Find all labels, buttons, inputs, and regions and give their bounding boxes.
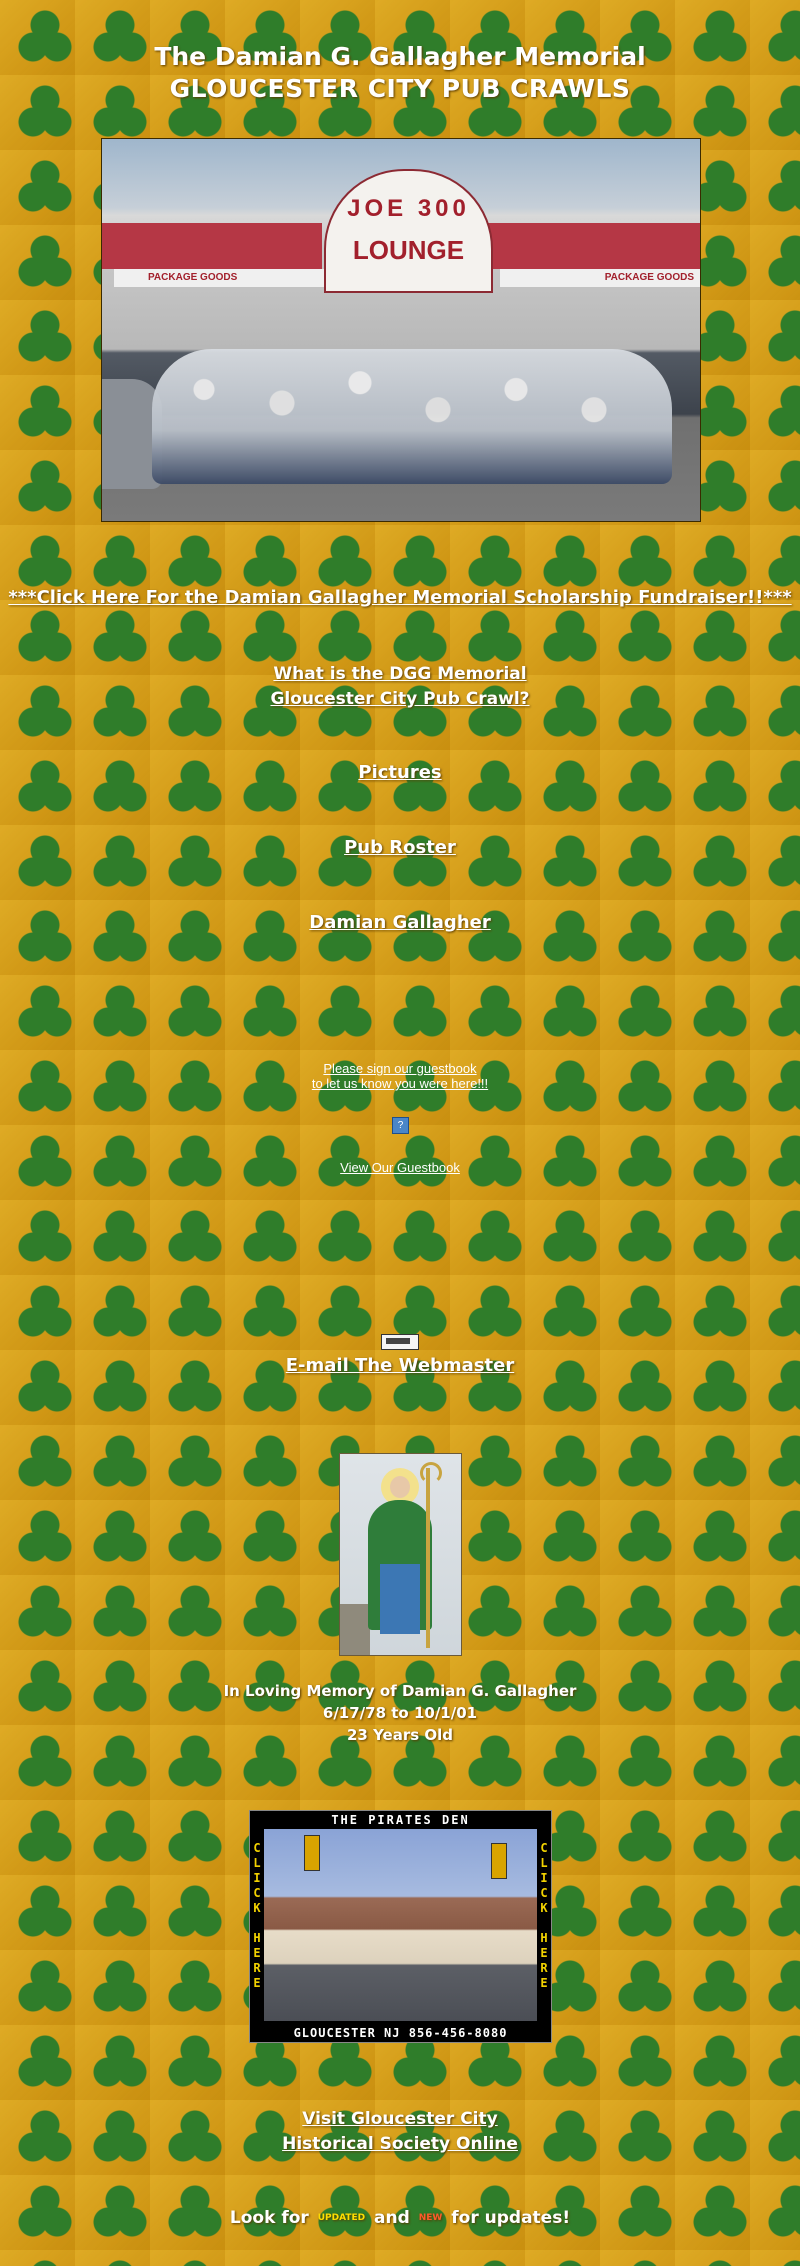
traffic-light-right [491,1843,507,1879]
sign-guestbook-link[interactable]: Please sign our guestbook to let us know… [312,1061,488,1091]
look-for-text: Look for [229,2208,309,2228]
what-is-line2: Gloucester City Pub Crawl? [270,689,530,709]
historical-society-link[interactable]: Visit Gloucester City Historical Society… [282,2109,518,2154]
scholarship-link-wrapper: ***Click Here For the Damian Gallagher M… [0,587,800,608]
and-text: and [374,2208,410,2228]
memorial-line3: 23 Years Old [346,1726,454,1744]
email-webmaster-link[interactable]: E-mail The Webmaster [286,1355,514,1376]
what-is-link[interactable]: What is the DGG Memorial Gloucester City… [270,664,529,709]
pirates-den-title: THE PIRATES DEN [331,1813,470,1827]
memorial-line2: 6/17/78 to 10/1/01 [322,1704,478,1722]
group-photo: PACKAGE GOODS PACKAGE GOODS JOE 300 LOUN… [101,138,701,522]
visit-link-wrapper: Visit Gloucester City Historical Society… [0,2107,800,2157]
package-goods-sign-left: PACKAGE GOODS [114,269,324,287]
mail-icon[interactable] [381,1334,419,1350]
page-subtitle: GLOUCESTER CITY PUB CRAWLS [169,74,631,103]
pictures-link[interactable]: Pictures [358,762,441,783]
guestbook-sign-wrapper: Please sign our guestbook to let us know… [0,1061,800,1091]
saint-patrick-image [339,1453,462,1656]
awning-left [102,223,322,269]
lounge-sign-line1: JOE 300 [347,195,470,222]
pub-roster-link-wrapper: Pub Roster [0,837,800,858]
robe-under [380,1564,420,1634]
guestbook-sign-line1: Please sign our guestbook [323,1061,477,1076]
guestbook-icon[interactable]: ? [392,1117,409,1134]
click-here-right: CLICK HERE [540,1841,548,1990]
what-is-line1: What is the DGG Memorial [273,664,527,684]
rocks [340,1604,370,1655]
email-link-wrapper: E-mail The Webmaster [0,1355,800,1376]
damian-gallagher-link[interactable]: Damian Gallagher [309,912,490,933]
pirates-den-contact: GLOUCESTER NJ 856-456-8080 [293,2026,508,2040]
pirates-den-photo [264,1829,537,2021]
guestbook-sign-line2: to let us know you were here!!! [311,1076,489,1091]
pub-roster-link[interactable]: Pub Roster [344,837,456,858]
what-is-link-wrapper: What is the DGG Memorial Gloucester City… [0,662,800,712]
awning-right [480,223,700,269]
updated-badge: UPDATED [317,2213,366,2223]
crozier [426,1468,430,1648]
damian-link-wrapper: Damian Gallagher [0,912,800,933]
head [390,1476,410,1498]
traffic-light-left [304,1835,320,1871]
pictures-link-wrapper: Pictures [0,762,800,783]
view-guestbook-link[interactable]: View Our Guestbook [340,1160,460,1175]
memorial-text: In Loving Memory of Damian G. Gallagher … [0,1680,800,1746]
visit-line1: Visit Gloucester City [302,2109,498,2129]
lounge-sign-line2: LOUNGE [352,235,465,265]
page-title: The Damian G. Gallagher Memorial [154,42,646,71]
package-goods-sign-right: PACKAGE GOODS [500,269,700,287]
for-updates-text: for updates! [451,2208,571,2228]
lounge-sign: JOE 300 LOUNGE [324,169,493,293]
crozier-top [420,1462,442,1484]
visit-line2: Historical Society Online [282,2134,518,2154]
new-badge: NEW [418,2213,443,2223]
pirates-den-ad[interactable]: THE PIRATES DEN CLICK HERE CLICK HERE GL… [249,1810,552,2043]
scholarship-link[interactable]: ***Click Here For the Damian Gallagher M… [8,587,791,608]
view-guestbook-wrapper: View Our Guestbook [0,1160,800,1175]
crowd [152,349,672,484]
memorial-line1: In Loving Memory of Damian G. Gallagher [223,1682,577,1700]
updates-note: Look for UPDATED and NEW for updates! [0,2208,800,2228]
click-here-left: CLICK HERE [253,1841,261,1990]
